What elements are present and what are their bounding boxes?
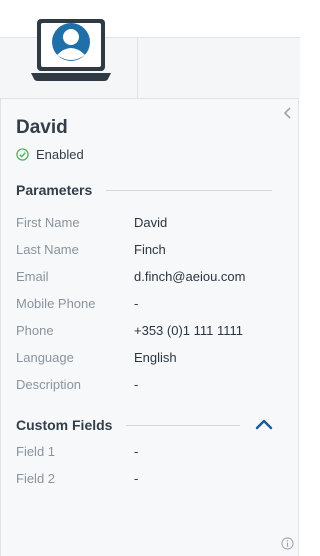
field-label: Field 2	[16, 471, 56, 486]
custom-field-row-1: Field 1 -	[16, 444, 286, 460]
section-divider	[106, 189, 272, 191]
check-circle-icon	[16, 147, 29, 161]
field-label: Mobile Phone	[16, 296, 96, 311]
field-value: -	[134, 377, 139, 392]
section-divider	[126, 424, 240, 426]
field-label: Field 1	[16, 444, 56, 459]
field-value[interactable]: d.finch@aeiou.com	[134, 269, 245, 284]
field-label: Language	[16, 350, 74, 365]
field-value: David	[134, 215, 168, 230]
laptop-user-icon	[31, 19, 111, 81]
section-title: Parameters	[16, 182, 93, 198]
field-label: Email	[16, 269, 49, 284]
thumbnail-strip	[0, 19, 300, 98]
field-row-mobile-phone: Mobile Phone -	[16, 296, 286, 312]
field-value: -	[134, 471, 139, 486]
field-row-email: Email d.finch@aeiou.com	[16, 269, 286, 285]
status-label: Enabled	[36, 146, 84, 162]
status-indicator: Enabled	[16, 146, 84, 162]
field-row-phone: Phone +353 (0)1 111 1111	[16, 323, 286, 339]
field-label: Phone	[16, 323, 54, 338]
field-value: -	[134, 444, 139, 459]
section-parameters: Parameters	[16, 181, 272, 199]
contact-name: David	[16, 117, 68, 138]
field-value: -	[134, 296, 139, 311]
field-row-last-name: Last Name Finch	[16, 242, 286, 258]
field-value: Finch	[134, 242, 166, 257]
field-label: Description	[16, 377, 82, 392]
section-title: Custom Fields	[16, 417, 113, 433]
field-value: English	[134, 350, 177, 365]
contact-thumbnail[interactable]	[0, 19, 138, 98]
section-custom-fields: Custom Fields	[16, 416, 240, 434]
field-row-first-name: First Name David	[16, 215, 286, 231]
field-row-description: Description -	[16, 377, 286, 393]
field-row-language: Language English	[16, 350, 286, 366]
custom-field-row-2: Field 2 -	[16, 471, 286, 487]
chevron-up-icon[interactable]	[254, 417, 274, 431]
field-label: First Name	[16, 215, 80, 230]
info-icon[interactable]	[281, 537, 294, 550]
chevron-left-icon[interactable]	[282, 106, 294, 120]
field-label: Last Name	[16, 242, 79, 257]
field-value: +353 (0)1 111 1111	[134, 323, 244, 338]
